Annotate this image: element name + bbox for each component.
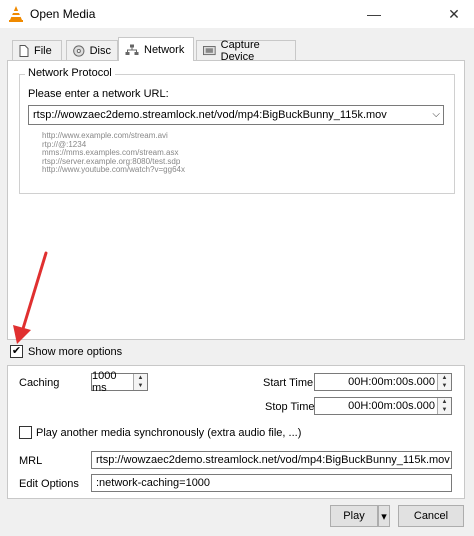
file-icon <box>19 44 29 57</box>
stop-time-spinbox[interactable]: 00H:00m:00s.000 ▲ ▼ <box>314 397 452 415</box>
start-time-value: 00H:00m:00s.000 <box>348 376 435 388</box>
tab-disc-label: Disc <box>89 44 111 57</box>
close-button[interactable]: ✕ <box>434 0 474 28</box>
network-url-value: rtsp://wowzaec2demo.streamlock.net/vod/m… <box>33 109 387 121</box>
cancel-button-label: Cancel <box>413 510 449 522</box>
stop-time-stepper[interactable]: ▲ ▼ <box>437 398 451 414</box>
mrl-value: rtsp://wowzaec2demo.streamlock.net/vod/m… <box>96 454 450 466</box>
tab-network[interactable]: Network <box>118 37 194 61</box>
network-url-prompt: Please enter a network URL: <box>28 88 169 100</box>
mrl-field[interactable]: rtsp://wowzaec2demo.streamlock.net/vod/m… <box>91 451 452 469</box>
capture-device-icon <box>203 45 216 55</box>
vlc-cone-icon <box>9 6 23 22</box>
play-dropdown-button[interactable]: ▾ <box>378 505 390 527</box>
tab-file[interactable]: File <box>12 40 62 60</box>
url-examples: http://www.example.com/stream.avi rtp://… <box>42 131 185 175</box>
tab-capture-device-label: Capture Device <box>220 38 260 63</box>
stop-time-value: 00H:00m:00s.000 <box>348 400 435 412</box>
mrl-label: MRL <box>19 455 43 467</box>
tab-file-label: File <box>34 44 52 57</box>
play-synchronously-checkbox[interactable] <box>19 426 32 439</box>
network-url-input[interactable]: rtsp://wowzaec2demo.streamlock.net/vod/m… <box>28 105 444 125</box>
network-icon <box>125 44 139 55</box>
minimize-icon: — <box>367 6 381 22</box>
show-more-options-label: Show more options <box>28 346 123 358</box>
caching-spinbox[interactable]: 1000 ms ▲ ▼ <box>91 370 148 394</box>
tab-disc[interactable]: Disc <box>66 40 118 60</box>
checkmark-icon: ✔ <box>11 345 22 357</box>
edit-options-field[interactable]: :network-caching=1000 <box>91 474 452 492</box>
play-synchronously-label: Play another media synchronously (extra … <box>36 427 302 439</box>
edit-options-value: :network-caching=1000 <box>96 477 211 489</box>
stop-time-label: Stop Time <box>265 401 315 413</box>
window-title: Open Media <box>30 7 96 21</box>
spin-down-icon[interactable]: ▼ <box>438 382 451 390</box>
tab-capture-device[interactable]: Capture Device <box>196 38 296 63</box>
chevron-down-icon[interactable]: ⌵ <box>432 109 440 120</box>
play-button-label: Play <box>343 510 365 522</box>
caching-label: Caching <box>19 377 60 389</box>
play-button[interactable]: Play <box>330 505 378 527</box>
start-time-label: Start Time <box>263 377 314 389</box>
spin-up-icon[interactable]: ▲ <box>438 398 451 406</box>
spin-up-icon[interactable]: ▲ <box>438 374 451 382</box>
tab-network-label: Network <box>144 43 185 56</box>
show-more-options-checkbox[interactable]: ✔ <box>10 345 23 358</box>
close-icon: ✕ <box>448 5 460 22</box>
start-time-stepper[interactable]: ▲ ▼ <box>437 374 451 390</box>
chevron-down-icon: ▾ <box>381 510 387 523</box>
edit-options-label: Edit Options <box>19 478 79 490</box>
spin-down-icon[interactable]: ▼ <box>134 382 147 390</box>
url-example: http://www.youtube.com/watch?v=gg64x <box>42 165 185 174</box>
spin-down-icon[interactable]: ▼ <box>438 406 451 414</box>
caching-value: 1000 ms <box>92 370 117 394</box>
spin-up-icon[interactable]: ▲ <box>134 374 147 382</box>
cancel-button[interactable]: Cancel <box>398 505 464 527</box>
start-time-spinbox[interactable]: 00H:00m:00s.000 ▲ ▼ <box>314 373 452 391</box>
network-protocol-legend: Network Protocol <box>25 67 115 79</box>
caching-stepper[interactable]: ▲ ▼ <box>133 374 147 390</box>
disc-icon <box>73 44 85 57</box>
minimize-button[interactable]: — <box>354 0 394 28</box>
